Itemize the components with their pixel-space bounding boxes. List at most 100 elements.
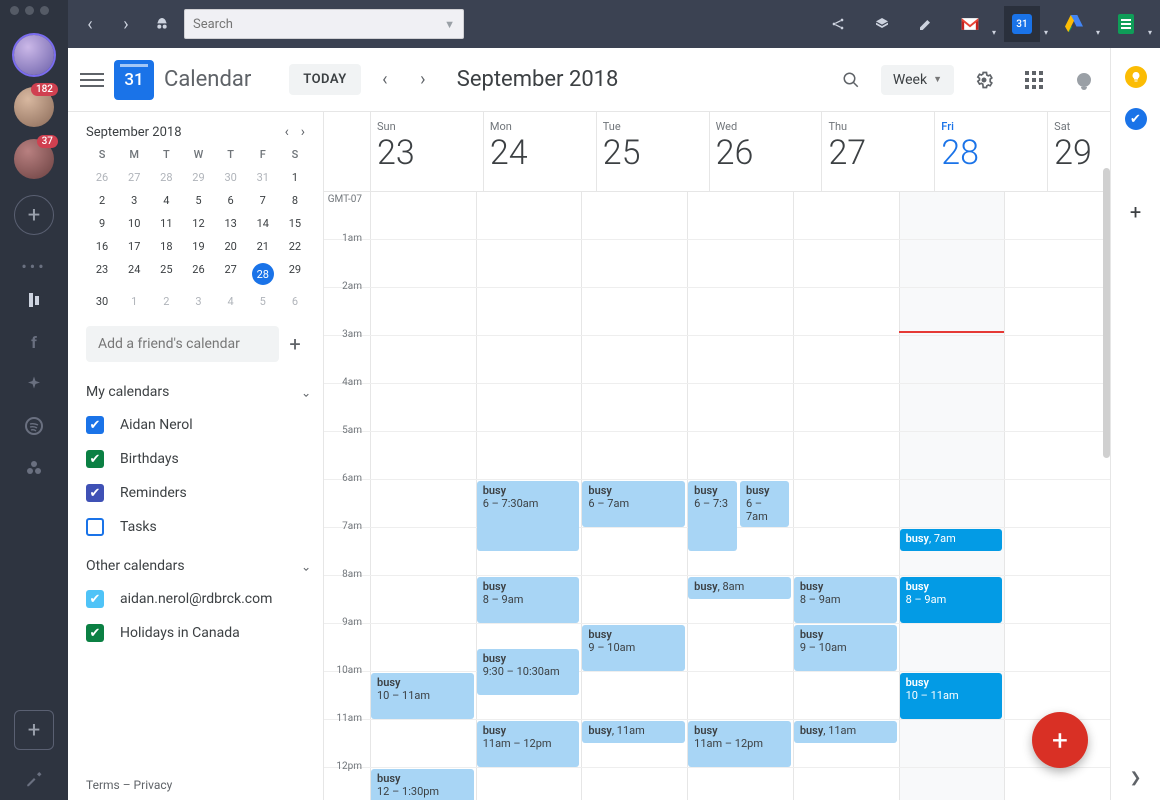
event[interactable]: busy9 – 10am (794, 625, 897, 671)
event[interactable]: busy8 – 9am (477, 577, 580, 623)
calendar-checkbox[interactable]: ✔ (86, 590, 104, 608)
mini-day[interactable]: 15 (279, 217, 311, 230)
mini-day[interactable]: 7 (247, 194, 279, 207)
mini-day[interactable]: 30 (215, 171, 247, 184)
dropdown-caret-icon[interactable]: ▾ (1044, 28, 1048, 37)
mini-day[interactable]: 27 (215, 263, 247, 285)
calendar-checkbox[interactable]: ✔ (86, 416, 104, 434)
mini-day[interactable]: 28 (150, 171, 182, 184)
dropdown-caret-icon[interactable]: ▾ (1096, 28, 1100, 37)
event[interactable]: busy10 – 11am (371, 673, 474, 719)
collapse-icon[interactable]: ⌃ (301, 385, 311, 399)
add-friend-calendar-input[interactable]: Add a friend's calendar (86, 326, 279, 362)
search-input[interactable] (193, 17, 444, 32)
mini-day[interactable]: 13 (215, 217, 247, 230)
mini-day[interactable]: 3 (182, 295, 214, 308)
event[interactable]: busy, 11am (794, 721, 897, 743)
mini-day[interactable]: 31 (247, 171, 279, 184)
settings-wrench-icon[interactable] (22, 766, 46, 790)
mini-day[interactable]: 4 (150, 194, 182, 207)
event[interactable]: busy9 – 10am (582, 625, 685, 671)
url-search-box[interactable]: ▼ (184, 9, 464, 39)
scrollbar-thumb[interactable] (1103, 168, 1110, 458)
mini-day[interactable]: 1 (279, 171, 311, 184)
search-icon[interactable] (831, 60, 871, 100)
mini-day[interactable]: 26 (86, 171, 118, 184)
mini-day[interactable]: 16 (86, 240, 118, 253)
event[interactable]: busy6 – 7:30am (477, 481, 580, 551)
mini-day[interactable]: 25 (150, 263, 182, 285)
day-header[interactable]: Fri28 (934, 112, 1047, 191)
mini-prev-button[interactable]: ‹ (279, 124, 295, 140)
mini-day[interactable]: 5 (182, 194, 214, 207)
mini-day[interactable]: 5 (247, 295, 279, 308)
mini-day[interactable]: 1 (118, 295, 150, 308)
time-grid[interactable]: GMT-071am2am3am4am5am6am7am8am9am10am11a… (324, 192, 1160, 800)
day-header[interactable]: Wed26 (709, 112, 822, 191)
event[interactable]: busy11am – 12pm (477, 721, 580, 767)
mini-day[interactable]: 3 (118, 194, 150, 207)
mini-day[interactable]: 14 (247, 217, 279, 230)
mini-day[interactable]: 2 (150, 295, 182, 308)
notifications-icon[interactable] (1064, 60, 1104, 100)
mini-day[interactable]: 29 (279, 263, 311, 285)
mini-day[interactable]: 27 (118, 171, 150, 184)
day-header[interactable]: Thu27 (821, 112, 934, 191)
mini-day[interactable]: 6 (215, 194, 247, 207)
add-app-button[interactable]: + (14, 710, 54, 750)
footer-links[interactable]: Terms – Privacy (86, 758, 311, 792)
calendar-checkbox[interactable] (86, 518, 104, 536)
event[interactable]: busy12 – 1:30pm (371, 769, 474, 800)
event[interactable]: busy, 11am (582, 721, 685, 743)
back-button[interactable]: ‹ (76, 10, 104, 38)
mini-day[interactable]: 22 (279, 240, 311, 253)
gear-icon[interactable] (964, 60, 1004, 100)
slack-icon[interactable] (22, 372, 46, 396)
event[interactable]: busy8 – 9am (900, 577, 1003, 623)
asana-icon[interactable] (22, 456, 46, 480)
view-selector[interactable]: Week▼ (881, 65, 954, 95)
edit-icon[interactable] (908, 6, 944, 42)
collapse-icon[interactable]: ⌃ (301, 559, 311, 573)
calendar-checkbox[interactable]: ✔ (86, 624, 104, 642)
apps-grid-icon[interactable] (1014, 60, 1054, 100)
day-header[interactable]: Mon24 (483, 112, 596, 191)
event[interactable]: busy6 – 7am (740, 481, 789, 527)
mini-day[interactable]: 17 (118, 240, 150, 253)
mini-day[interactable]: 24 (118, 263, 150, 285)
event[interactable]: busy, 7am (900, 529, 1003, 551)
google-calendar-icon[interactable]: 31 (1004, 6, 1040, 42)
mini-day[interactable]: 4 (215, 295, 247, 308)
mini-day[interactable]: 21 (247, 240, 279, 253)
add-addon-button[interactable]: + (1130, 200, 1141, 224)
rail-more-icon[interactable]: ••• (21, 257, 46, 276)
mini-day[interactable]: 19 (182, 240, 214, 253)
mini-day[interactable]: 9 (86, 217, 118, 230)
collapse-panel-button[interactable]: ❯ (1130, 770, 1142, 786)
spotify-icon[interactable] (22, 414, 46, 438)
forward-button[interactable]: › (112, 10, 140, 38)
mini-next-button[interactable]: › (295, 124, 311, 140)
dropdown-caret-icon[interactable]: ▾ (992, 28, 996, 37)
calendar-checkbox[interactable]: ✔ (86, 484, 104, 502)
workspace-avatar-2[interactable]: 182 (14, 87, 54, 127)
mini-calendar[interactable]: SMTWTFS262728293031123456789101112131415… (86, 148, 311, 308)
next-week-button[interactable]: › (409, 69, 437, 90)
layers-icon[interactable] (864, 6, 900, 42)
add-calendar-button[interactable]: + (279, 332, 311, 356)
event[interactable]: busy11am – 12pm (688, 721, 791, 767)
add-workspace-button[interactable]: + (14, 195, 54, 235)
create-event-fab[interactable]: + (1032, 712, 1088, 768)
tasks-icon[interactable]: ✔ (1125, 108, 1147, 130)
menu-icon[interactable] (80, 73, 104, 87)
event[interactable]: busy9:30 – 10:30am (477, 649, 580, 695)
workspace-avatar-1[interactable] (14, 35, 54, 75)
event[interactable]: busy6 – 7am (582, 481, 685, 527)
mini-day[interactable]: 12 (182, 217, 214, 230)
event[interactable]: busy6 – 7:3 (688, 481, 737, 551)
keep-icon[interactable] (1125, 66, 1147, 88)
facebook-icon[interactable]: f (22, 330, 46, 354)
share-icon[interactable] (820, 6, 856, 42)
window-controls[interactable] (10, 6, 49, 15)
gmail-icon[interactable] (952, 6, 988, 42)
